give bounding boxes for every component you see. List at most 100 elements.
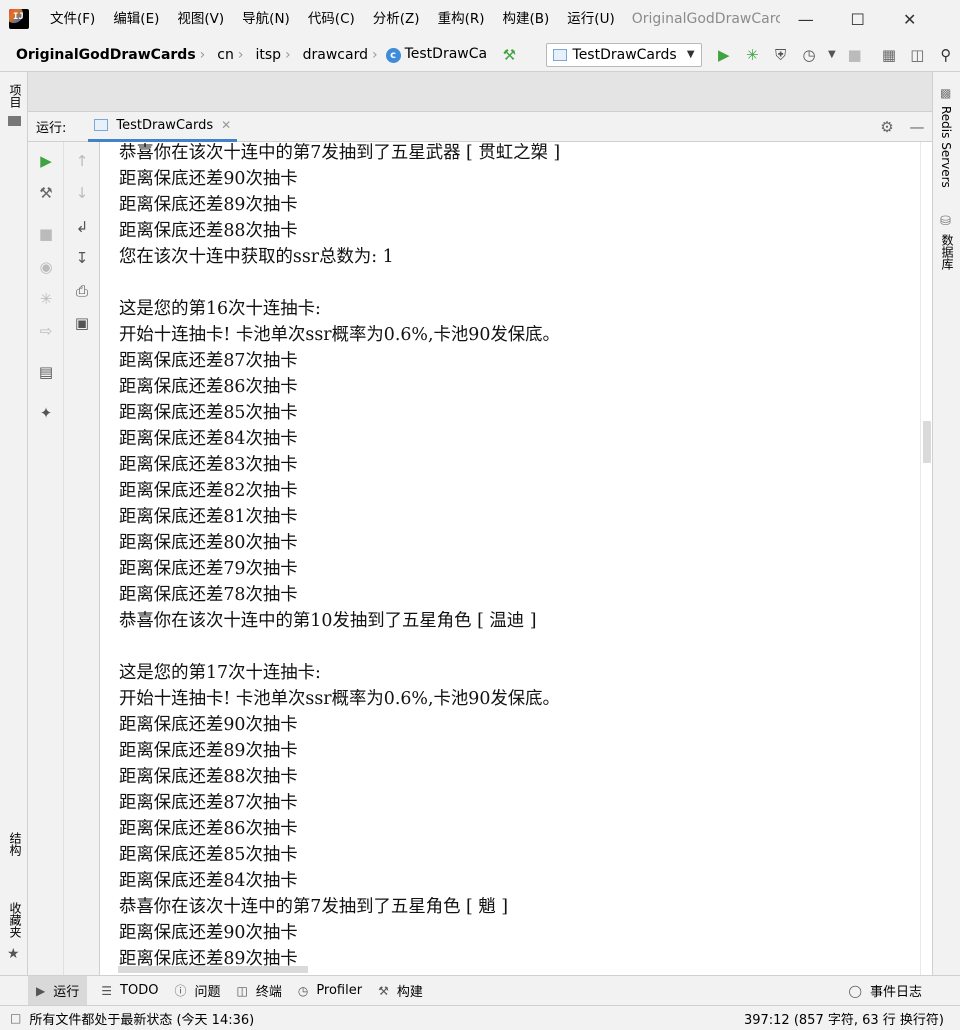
run-tool-label: 运行 [53,985,80,1000]
chevron-right-icon: › [285,46,291,63]
left-tool-strip: 项目 结构 收藏夹 ★ [0,72,28,975]
console-line: 恭喜你在该次十连中的第7发抽到了五星角色 [ 魈 ] [119,897,509,917]
redis-icon: ▩ [940,86,952,100]
profile-icon[interactable]: ◷ [795,41,823,69]
breadcrumb-class[interactable]: c TestDrawCa [378,46,487,63]
console-line: 距离保底还差90次抽卡 [119,715,298,735]
console-line: 开始十连抽卡! 卡池单次ssr概率为0.6%,卡池90发保底。 [119,689,560,709]
todo-tool-button[interactable]: ☰ TODO [93,976,166,1006]
console-line: 距离保底还差90次抽卡 [119,923,298,943]
speech-bubble-icon: ◯ [848,983,862,998]
scroll-to-end-icon[interactable]: ↧ [64,247,100,269]
console-output[interactable]: 恭喜你在该次十连中的第7发抽到了五星武器 [ 贯虹之槊 ] 距离保底还差90次抽卡… [100,142,920,975]
console-lines: 恭喜你在该次十连中的第7发抽到了五星武器 [ 贯虹之槊 ] 距离保底还差90次抽卡… [119,142,560,972]
import-icon[interactable]: ⇨ [28,320,64,342]
arrow-down-icon[interactable]: ↓ [64,182,100,204]
structure-tool-button[interactable]: 结构 [7,832,24,856]
database-icon: ⛁ [940,214,951,229]
bottom-tool-bar: ▶ 运行 ☰ TODO ⓘ 问题 ◫ 终端 ◷ Profiler ⚒ 构建 ◯ … [0,975,960,1006]
run-icon[interactable]: ▶ [710,41,738,69]
console-vertical-scrollbar[interactable] [920,142,932,975]
run-toolbar-primary: ▶ ⚒ ■ ◉ ✳ ⇨ ▤ ✦ [28,142,64,975]
maximize-button[interactable]: ☐ [832,0,884,38]
menu-run[interactable]: 运行(U) [558,0,623,38]
arrow-up-icon[interactable]: ↑ [64,150,100,172]
stop-icon[interactable]: ■ [28,223,64,245]
menu-edit[interactable]: 编辑(E) [104,0,168,38]
run-config-select[interactable]: TestDrawCards ▼ [545,42,702,67]
intellij-logo-icon[interactable]: IJ [9,9,29,29]
print-icon[interactable]: ⎙ [64,280,100,302]
console-line: 距离保底还差88次抽卡 [119,221,298,241]
menu-code[interactable]: 代码(C) [299,0,364,38]
breadcrumb-drawcard[interactable]: drawcard [291,47,368,63]
stop-icon[interactable]: ■ [840,41,868,69]
event-log-tool-label: 事件日志 [869,985,922,1000]
breadcrumb-project[interactable]: OriginalGodDrawCards [0,47,196,63]
menu-navigate[interactable]: 导航(N) [233,0,299,38]
console-horizontal-scrollbar-thumb[interactable] [118,966,308,973]
console-line: 距离保底还差88次抽卡 [119,767,298,787]
minimize-button[interactable]: — [780,0,832,38]
pin-icon[interactable]: ✦ [28,402,64,424]
hammer-icon: ⚒ [378,983,389,998]
menu-build[interactable]: 构建(B) [494,0,559,38]
terminal-tool-button[interactable]: ◫ 终端 [228,976,289,1006]
menu-refactor[interactable]: 重构(R) [429,0,494,38]
run-config-label: TestDrawCards [572,46,677,63]
menu-view[interactable]: 视图(V) [168,0,233,38]
soft-wrap-icon[interactable]: ↲ [64,216,100,238]
status-bar: □ 所有文件都处于最新状态 (今天 14:36) 397:12 (857 字符,… [0,1005,960,1030]
breadcrumb-itsp[interactable]: itsp [243,47,281,63]
profiler-tool-button[interactable]: ◷ Profiler [290,976,370,1006]
build-hammer-icon[interactable]: ⚒ [495,41,523,69]
favorites-tool-label: 收藏夹 [8,902,22,938]
project-tool-button[interactable]: 项目 [7,84,24,108]
favorites-tool-button[interactable]: 收藏夹 [7,902,24,938]
hide-panel-icon[interactable]: — [902,113,932,141]
right-tool-strip: ▩ Redis Servers ⛁ 数据库 [932,72,960,975]
info-icon: ⓘ [174,984,187,998]
close-window-button[interactable]: ✕ [884,0,936,38]
terminal-window-icon[interactable]: ◫ [903,41,931,69]
more-run-chevron-down-icon[interactable]: ▼ [823,41,840,69]
debug-bug-icon[interactable]: ✳ [28,288,64,310]
run-tool-button[interactable]: ▶ 运行 [28,975,88,1006]
rerun-icon[interactable]: ▶ [28,150,64,172]
run-tab-testdrawcards[interactable]: TestDrawCards ✕ [88,112,238,142]
console-line: 恭喜你在该次十连中的第7发抽到了五星武器 [ 贯虹之槊 ] [119,143,561,163]
trash-icon[interactable]: ▣ [64,312,100,334]
wrench-icon[interactable]: ⚒ [28,182,64,204]
camera-icon[interactable]: ◉ [28,256,64,278]
breadcrumb-cn[interactable]: cn [205,47,234,63]
search-icon[interactable]: ⚲ [932,41,960,69]
console-line: 距离保底还差89次抽卡 [119,195,298,215]
menu-file[interactable]: 文件(F) [41,0,104,38]
list-icon: ☰ [101,983,113,998]
problems-tool-button[interactable]: ⓘ 问题 [166,976,228,1006]
folder-icon [8,116,21,126]
run-toolbar-secondary: ↑ ↓ ↲ ↧ ⎙ ▣ [64,142,100,975]
console-line: 距离保底还差85次抽卡 [119,845,298,865]
run-config-icon [552,48,567,61]
build-tool-button[interactable]: ⚒ 构建 [370,976,431,1006]
menu-analyze[interactable]: 分析(Z) [364,0,429,38]
redis-servers-tool-button[interactable]: Redis Servers [939,106,953,188]
layout-icon[interactable]: ▤ [28,361,64,383]
console-line: 距离保底还差81次抽卡 [119,507,298,527]
database-tool-button[interactable]: 数据库 [939,234,956,270]
project-structure-icon[interactable]: ▦ [875,41,903,69]
run-icon: ▶ [36,983,46,998]
gear-icon[interactable]: ⚙ [872,113,902,141]
console-line: 这是您的第17次十连抽卡: [119,663,321,683]
event-log-tool-button[interactable]: ◯ 事件日志 [841,976,930,1006]
caret-position[interactable]: 397:12 (857 字符, 63 行 换行符) [744,1009,944,1028]
panel-toggle-icon[interactable]: □ [10,1011,21,1025]
structure-tool-label: 结构 [8,832,22,856]
close-icon[interactable]: ✕ [221,118,231,132]
scrollbar-thumb[interactable] [923,421,931,463]
coverage-shield-icon[interactable]: ⛨ [766,41,794,69]
status-message[interactable]: 所有文件都处于最新状态 (今天 14:36) [29,1009,254,1028]
debug-bug-icon[interactable]: ✳ [738,41,766,69]
problems-tool-label: 问题 [194,985,221,1000]
